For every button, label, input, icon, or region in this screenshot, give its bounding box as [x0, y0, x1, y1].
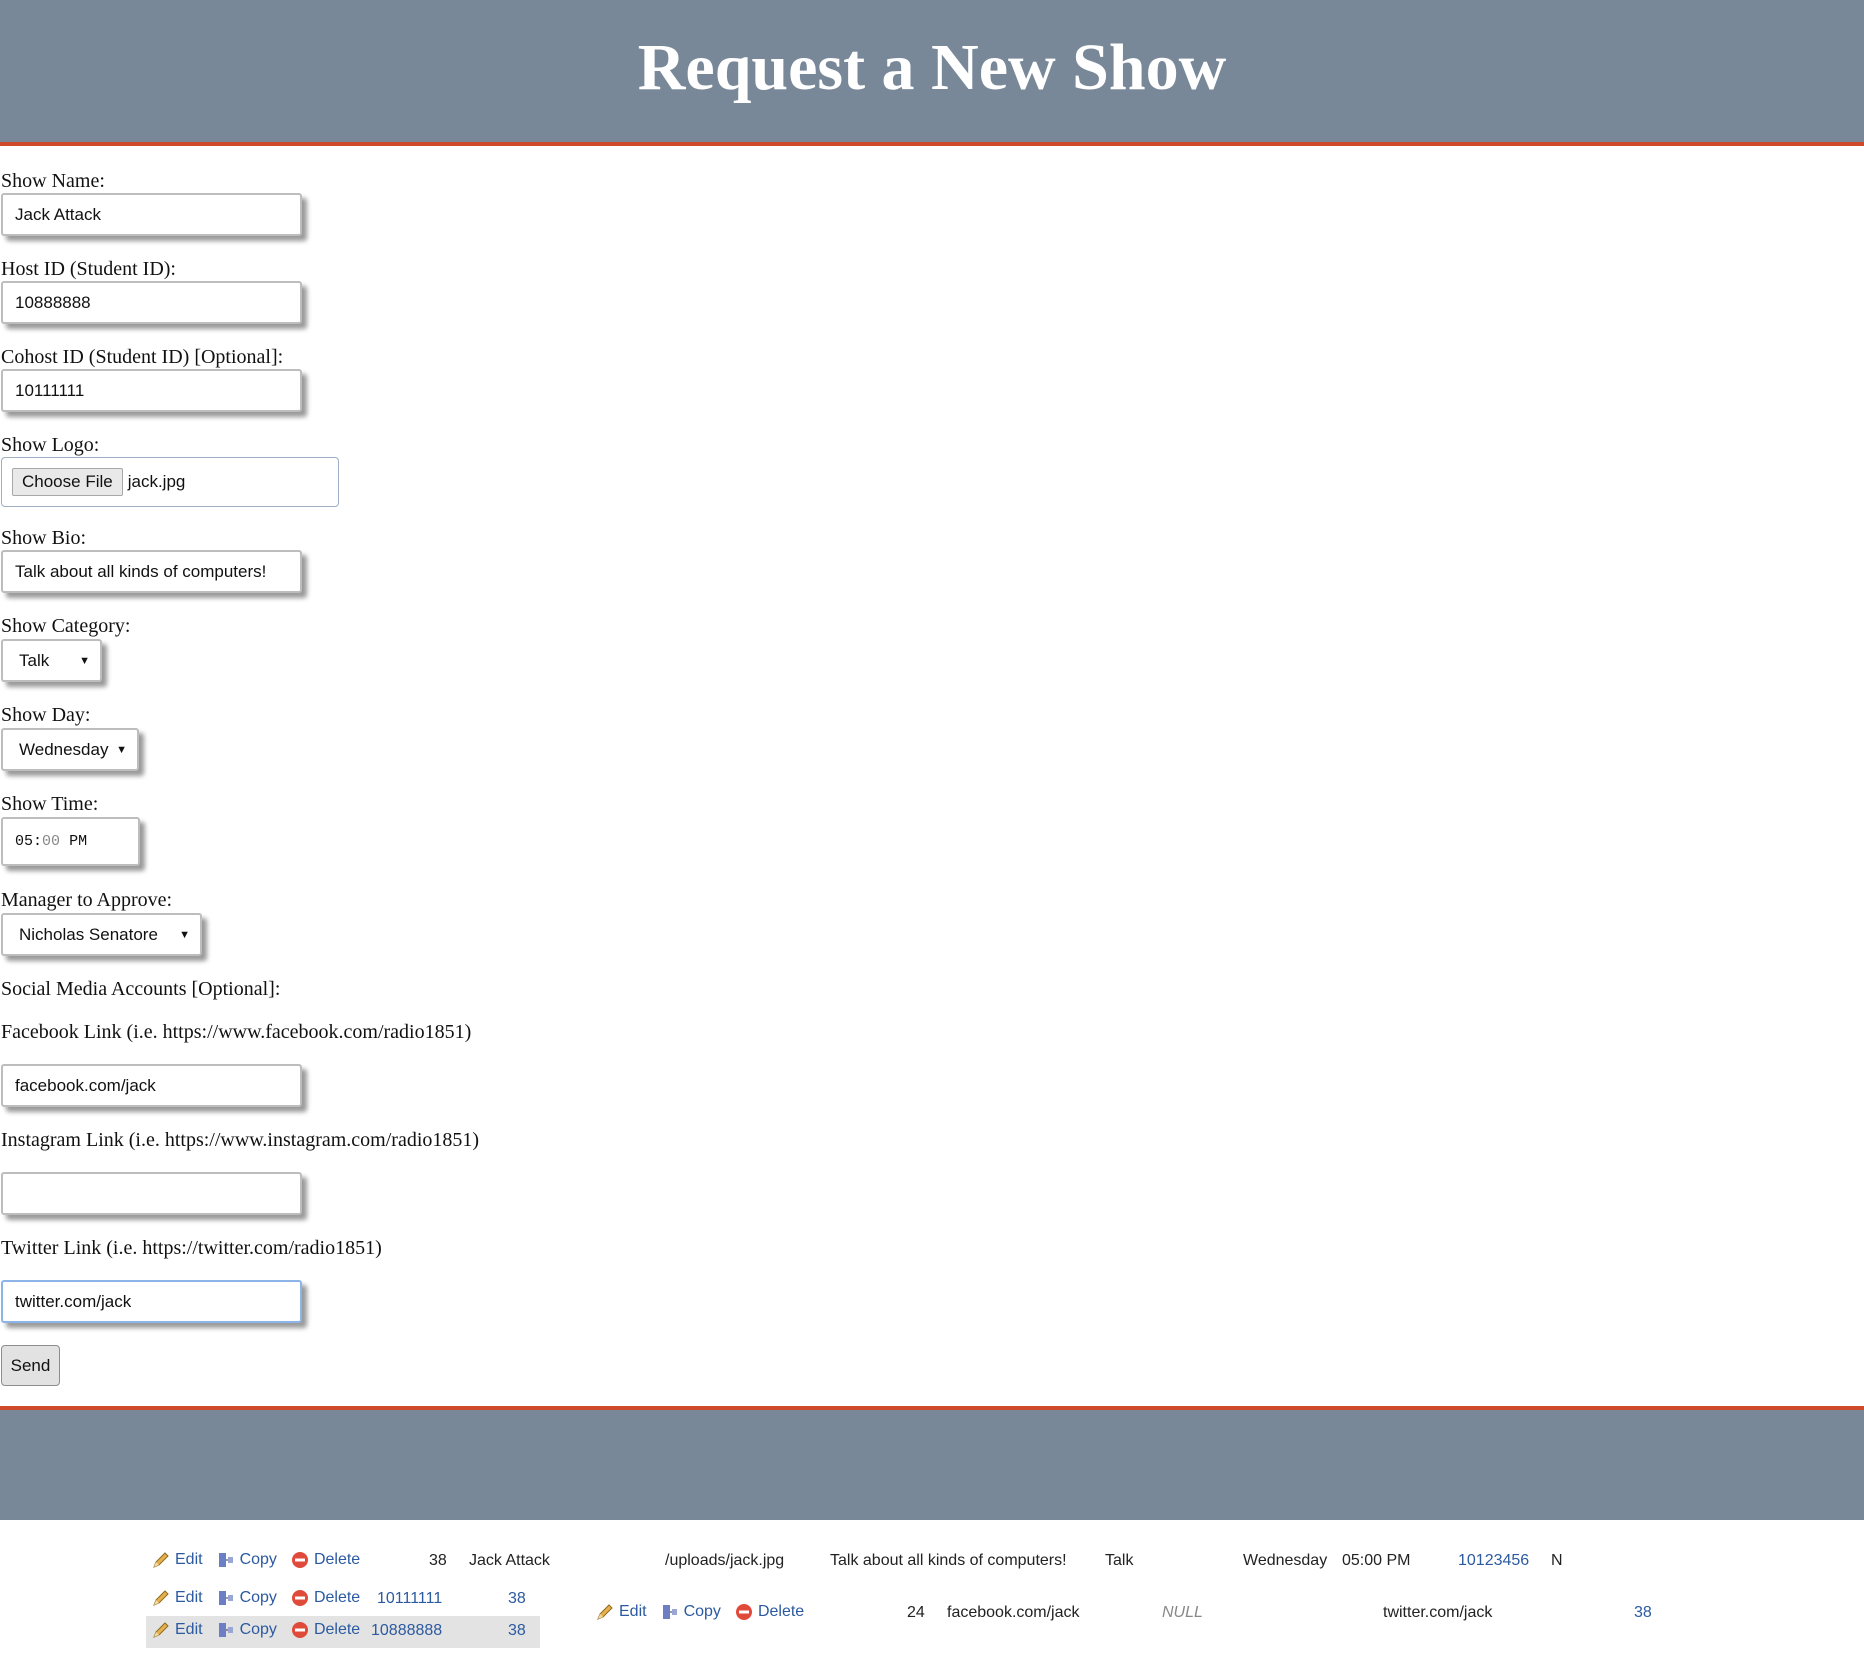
host-id-value: 10888888 [15, 292, 91, 312]
show-logo-file-input[interactable]: Choose File jack.jpg [1, 457, 339, 507]
show-bio-input[interactable]: Talk about all kinds of computers! [1, 550, 302, 593]
cell-show-category: Talk [1105, 1552, 1134, 1569]
cell-manager-id[interactable]: 10123456 [1458, 1552, 1529, 1570]
pencil-icon [152, 1589, 170, 1607]
edit-link[interactable]: Edit [619, 1603, 647, 1621]
time-separator: : [33, 833, 43, 850]
social-media-heading: Social Media Accounts [Optional]: [1, 978, 281, 1000]
show-day-value: Wednesday [19, 739, 109, 759]
cell-flag: N [1551, 1552, 1563, 1569]
show-time-input[interactable]: 05:00 PM [1, 817, 140, 866]
send-button[interactable]: Send [1, 1345, 60, 1386]
cell-show-id: 38 [429, 1552, 447, 1569]
time-minute: 00 [42, 833, 61, 850]
show-name-label: Show Name: [1, 170, 105, 192]
delete-link[interactable]: Delete [314, 1589, 360, 1607]
cell-cohost-show-id[interactable]: 38 [508, 1590, 526, 1608]
edit-link[interactable]: Edit [175, 1551, 203, 1569]
cell-show-time: 05:00 PM [1342, 1552, 1411, 1569]
host-id-label: Host ID (Student ID): [1, 258, 176, 280]
edit-link[interactable]: Edit [175, 1589, 203, 1607]
delete-link[interactable]: Delete [314, 1551, 360, 1569]
delete-link[interactable]: Delete [758, 1603, 804, 1621]
time-ampm: PM [69, 833, 88, 850]
row-actions: Edit Copy Delete [596, 1603, 804, 1621]
edit-link[interactable]: Edit [175, 1621, 203, 1639]
cell-host-id[interactable]: 10888888 [371, 1622, 442, 1640]
twitter-label: Twitter Link (i.e. https://twitter.com/r… [1, 1237, 382, 1259]
cohost-id-value: 10111111 [15, 380, 85, 400]
cell-social-show-id[interactable]: 38 [1634, 1604, 1652, 1622]
cohost-id-label: Cohost ID (Student ID) [Optional]: [1, 346, 284, 368]
pencil-icon [596, 1603, 614, 1621]
show-day-select[interactable]: Wednesday ▼ [1, 728, 139, 771]
cell-show-bio: Talk about all kinds of computers! [830, 1552, 1067, 1569]
show-bio-label: Show Bio: [1, 527, 87, 549]
cell-social-id: 24 [907, 1604, 925, 1621]
pencil-icon [152, 1621, 170, 1639]
show-category-label: Show Category: [1, 615, 131, 637]
show-category-select[interactable]: Talk ▼ [1, 639, 102, 682]
facebook-input[interactable]: facebook.com/jack [1, 1064, 302, 1107]
show-category-value: Talk [19, 650, 50, 670]
cell-facebook: facebook.com/jack [947, 1604, 1080, 1621]
show-time-label: Show Time: [1, 793, 99, 815]
show-bio-value: Talk about all kinds of computers! [15, 561, 267, 581]
chevron-down-icon: ▼ [79, 654, 90, 667]
page-footer [0, 1406, 1864, 1520]
page-title: Request a New Show [637, 31, 1227, 104]
facebook-value: facebook.com/jack [15, 1075, 156, 1095]
delete-icon [735, 1603, 753, 1621]
manager-value: Nicholas Senatore [19, 924, 158, 944]
copy-icon [217, 1551, 235, 1569]
show-time-value: 05:00 PM [15, 833, 87, 850]
page-header: Request a New Show [0, 0, 1864, 146]
time-hour: 05 [15, 833, 34, 850]
delete-link[interactable]: Delete [314, 1621, 360, 1639]
cell-show-name: Jack Attack [469, 1552, 550, 1569]
cell-twitter: twitter.com/jack [1383, 1604, 1493, 1621]
copy-link[interactable]: Copy [684, 1603, 721, 1621]
cell-host-show-id[interactable]: 38 [508, 1622, 526, 1640]
facebook-label: Facebook Link (i.e. https://www.facebook… [1, 1021, 472, 1043]
show-name-input[interactable]: Jack Attack [1, 193, 302, 236]
cell-show-logo: /uploads/jack.jpg [665, 1552, 785, 1569]
delete-icon [291, 1551, 309, 1569]
twitter-input[interactable]: twitter.com/jack [1, 1280, 302, 1323]
copy-link[interactable]: Copy [240, 1551, 277, 1569]
manager-label: Manager to Approve: [1, 889, 173, 911]
pencil-icon [152, 1551, 170, 1569]
copy-icon [661, 1603, 679, 1621]
cohost-id-input[interactable]: 10111111 [1, 369, 302, 412]
chevron-down-icon: ▼ [116, 743, 127, 756]
copy-icon [217, 1589, 235, 1607]
manager-select[interactable]: Nicholas Senatore ▼ [1, 913, 202, 956]
cell-instagram: NULL [1162, 1604, 1203, 1621]
cell-show-day: Wednesday [1243, 1552, 1328, 1569]
chevron-down-icon: ▼ [179, 928, 190, 941]
choose-file-button[interactable]: Choose File [12, 468, 123, 496]
delete-icon [291, 1589, 309, 1607]
row-actions: Edit Copy Delete [152, 1621, 360, 1639]
copy-link[interactable]: Copy [240, 1589, 277, 1607]
twitter-value: twitter.com/jack [15, 1291, 132, 1311]
chosen-file-name: jack.jpg [127, 472, 186, 491]
row-actions: Edit Copy Delete [152, 1589, 360, 1607]
copy-link[interactable]: Copy [240, 1621, 277, 1639]
show-day-label: Show Day: [1, 704, 91, 726]
cell-cohost-id[interactable]: 10111111 [377, 1590, 442, 1608]
row-actions: Edit Copy Delete [152, 1551, 360, 1569]
host-id-input[interactable]: 10888888 [1, 281, 302, 324]
instagram-label: Instagram Link (i.e. https://www.instagr… [1, 1129, 480, 1151]
show-name-value: Jack Attack [15, 204, 101, 224]
instagram-input[interactable] [1, 1172, 302, 1215]
copy-icon [217, 1621, 235, 1639]
show-logo-label: Show Logo: [1, 434, 100, 456]
delete-icon [291, 1621, 309, 1639]
